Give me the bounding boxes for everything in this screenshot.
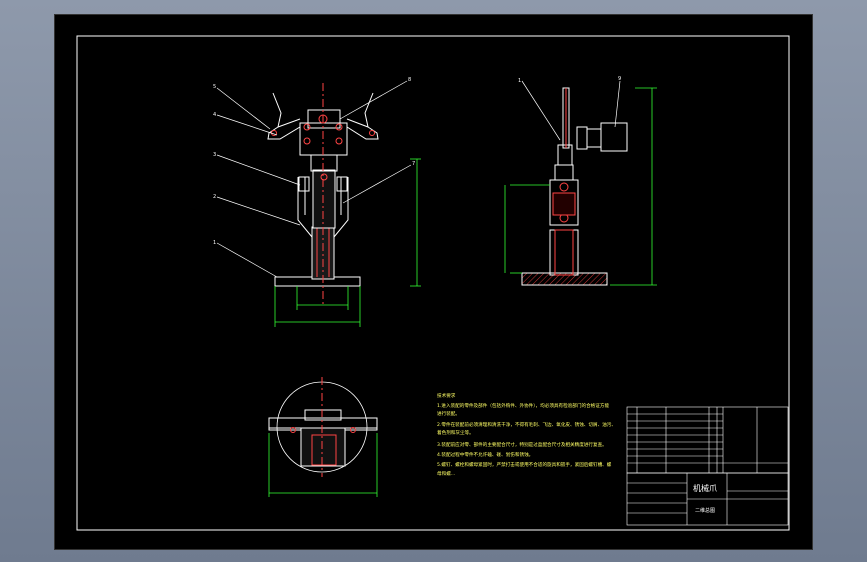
side-dimensions [504, 87, 657, 286]
balloon-3: 3 [213, 152, 216, 158]
drawing-sheet: 5 4 3 2 1 8 7 1 9 技术要求 1.进入装配的零件及部件（包括外购… [54, 14, 813, 550]
side-balloon-1: 1 [518, 78, 521, 84]
drawing-title: 机械爪 [693, 483, 717, 493]
balloon-5: 5 [213, 84, 216, 90]
balloon-1: 1 [213, 240, 216, 246]
notes-line: 1.进入装配的零件及部件（包括外购件、外协件），均必须具有检验部门的合格证方能 [437, 402, 609, 409]
notes-line: 2.零件在装配前必须清理和清洗干净，不得有毛刺、飞边、氧化皮、锈蚀、切屑、油污、 [437, 421, 616, 428]
balloon-2: 2 [213, 194, 216, 200]
notes-line: 进行装配。 [437, 410, 460, 417]
balloon-4: 4 [213, 112, 216, 118]
technical-notes: 技术要求 1.进入装配的零件及部件（包括外购件、外协件），均必须具有检验部门的合… [437, 392, 616, 477]
cad-drawing: 5 4 3 2 1 8 7 1 9 技术要求 1.进入装配的零件及部件（包括外购… [76, 35, 790, 531]
notes-line: 母和螺... [437, 470, 455, 477]
side-balloon-labels: 1 9 [518, 76, 621, 84]
bill-of-materials [626, 406, 789, 474]
notes-line: 5.螺钉、螺栓和螺母紧固时，严禁打击或使用不合适的旋具和扳手，紧固后螺钉槽、螺 [437, 461, 612, 468]
front-view [267, 83, 379, 305]
top-view [268, 377, 378, 477]
drawing-subtitle: 二维总图 [695, 507, 715, 514]
side-balloon-9: 9 [618, 76, 621, 82]
side-leaders [521, 80, 621, 141]
notes-line: 4.装配过程中零件不允许磕、碰、划伤和锈蚀。 [437, 451, 533, 458]
side-view [521, 87, 628, 286]
balloon-8: 8 [408, 77, 411, 83]
notes-heading: 技术要求 [437, 392, 456, 399]
notes-line: 3.装配前应对零、部件的主要配合尺寸，特别是过盈配合尺寸及相关精度进行复查。 [437, 441, 607, 448]
balloon-7: 7 [412, 161, 415, 167]
notes-line: 着色剂和灰尘等。 [437, 429, 474, 436]
title-block [626, 472, 789, 526]
